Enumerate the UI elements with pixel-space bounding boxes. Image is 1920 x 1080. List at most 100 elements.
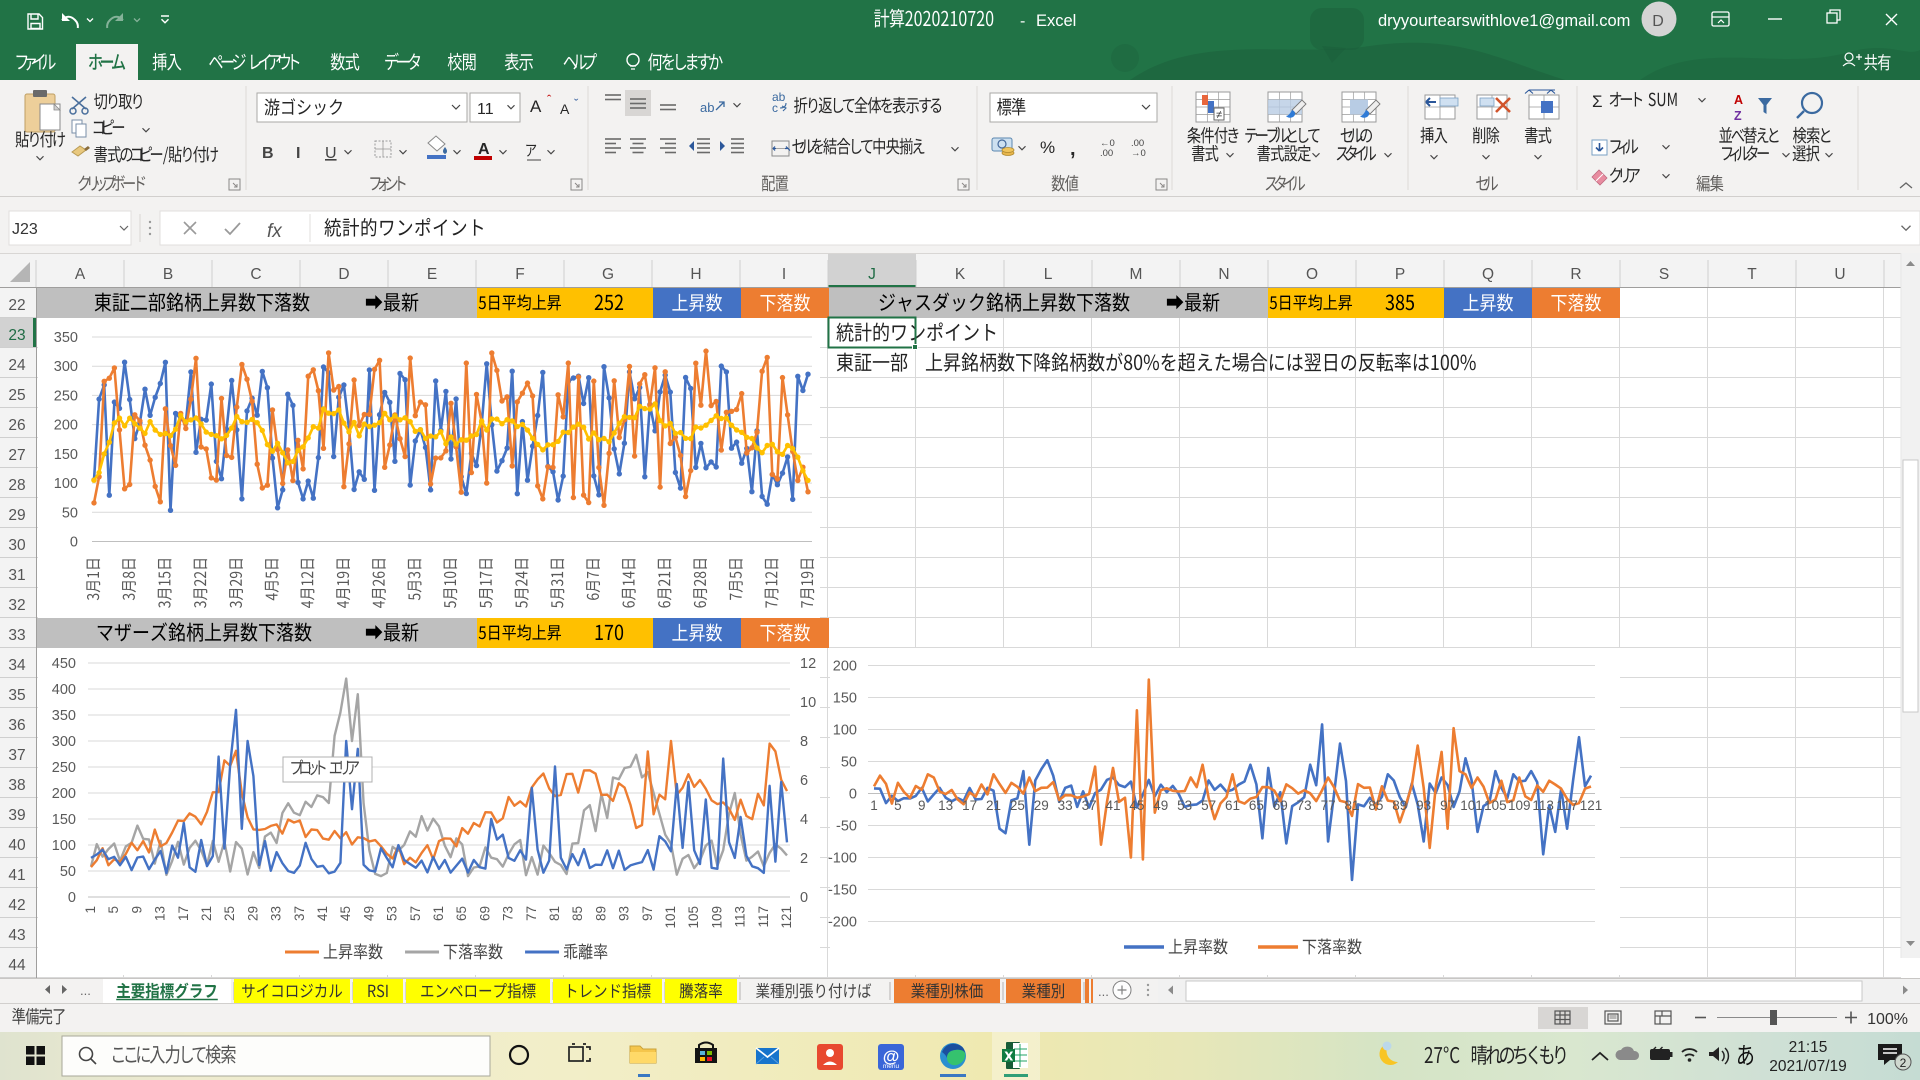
svg-text:34: 34	[8, 657, 26, 674]
svg-text:81: 81	[547, 906, 562, 921]
svg-text:H: H	[690, 266, 701, 283]
svg-text:33: 33	[1058, 798, 1073, 813]
svg-text:A: A	[1734, 93, 1743, 107]
svg-text:F: F	[515, 266, 524, 283]
svg-text:121: 121	[1580, 798, 1603, 813]
svg-text:D: D	[338, 266, 349, 283]
svg-text:1: 1	[870, 798, 878, 813]
svg-text:30: 30	[8, 537, 26, 554]
svg-text:300: 300	[52, 734, 76, 750]
svg-text:%: %	[1040, 138, 1055, 157]
svg-text:25: 25	[8, 387, 25, 404]
svg-text:I: I	[296, 145, 300, 162]
svg-text:53: 53	[1177, 798, 1192, 813]
svg-text:101: 101	[1460, 798, 1483, 813]
svg-text:53: 53	[385, 906, 400, 921]
svg-text:ˆ: ˆ	[547, 92, 552, 107]
svg-text:Z: Z	[1734, 109, 1742, 123]
svg-text:41: 41	[8, 867, 25, 884]
svg-text:200: 200	[833, 659, 857, 675]
svg-text:13: 13	[938, 798, 953, 813]
svg-text:300: 300	[54, 359, 78, 375]
svg-text:-150: -150	[828, 883, 857, 899]
svg-text:Σ: Σ	[1592, 92, 1603, 111]
svg-text:150: 150	[54, 447, 78, 463]
svg-text:150: 150	[833, 691, 857, 707]
svg-text:100%: 100%	[1867, 1011, 1908, 1028]
svg-text:G: G	[602, 266, 614, 283]
svg-text:81: 81	[1344, 798, 1359, 813]
svg-text:45: 45	[1129, 798, 1144, 813]
svg-text:85: 85	[570, 906, 585, 921]
svg-text:12: 12	[800, 656, 816, 672]
svg-text:93: 93	[617, 906, 632, 921]
svg-text:28: 28	[8, 477, 25, 494]
svg-text:menu: menu	[883, 1063, 900, 1070]
svg-text:17: 17	[176, 906, 191, 921]
svg-text:69: 69	[1273, 798, 1288, 813]
svg-text:38: 38	[8, 777, 25, 794]
svg-text:49: 49	[361, 906, 376, 921]
svg-text:O: O	[1306, 266, 1318, 283]
svg-text:93: 93	[1416, 798, 1431, 813]
svg-text:0: 0	[68, 890, 76, 906]
svg-text:97: 97	[1440, 798, 1455, 813]
svg-text:121: 121	[779, 906, 794, 929]
svg-text:50: 50	[62, 505, 78, 521]
svg-text:29: 29	[8, 507, 25, 524]
svg-text:0: 0	[800, 890, 808, 906]
svg-text:32: 32	[8, 597, 25, 614]
svg-text:R: R	[1570, 266, 1581, 283]
svg-text:77: 77	[1321, 798, 1336, 813]
svg-text:S: S	[1659, 266, 1669, 283]
svg-text:0: 0	[70, 535, 78, 551]
svg-text:109: 109	[1508, 798, 1531, 813]
svg-text:33: 33	[269, 906, 284, 921]
svg-text:E: E	[427, 266, 437, 283]
svg-text:...: ...	[1098, 984, 1109, 999]
svg-text:B: B	[262, 145, 274, 162]
svg-text:44: 44	[8, 957, 26, 974]
svg-text:37: 37	[292, 906, 307, 921]
svg-text:Q: Q	[1482, 266, 1494, 283]
svg-text:45: 45	[338, 906, 353, 921]
svg-text:31: 31	[8, 567, 25, 584]
svg-text:400: 400	[52, 682, 76, 698]
svg-text:37: 37	[1082, 798, 1097, 813]
svg-text:1: 1	[83, 906, 98, 914]
svg-text:150: 150	[52, 812, 76, 828]
svg-text:41: 41	[1105, 798, 1120, 813]
svg-text:B: B	[163, 266, 173, 283]
svg-text:dryyourtearswithlove1@gmail.co: dryyourtearswithlove1@gmail.com	[1378, 12, 1630, 30]
svg-text:29: 29	[1034, 798, 1049, 813]
svg-text:61: 61	[1225, 798, 1240, 813]
svg-text:...: ...	[80, 983, 91, 998]
svg-text:73: 73	[1297, 798, 1312, 813]
svg-text:21: 21	[986, 798, 1001, 813]
svg-text:U: U	[1834, 266, 1845, 283]
svg-text:c: c	[772, 101, 778, 115]
svg-text:39: 39	[8, 807, 25, 824]
svg-text:0: 0	[849, 787, 857, 803]
svg-text:49: 49	[1153, 798, 1168, 813]
svg-text:113: 113	[1532, 798, 1554, 813]
svg-text:26: 26	[8, 417, 25, 434]
svg-text:4: 4	[800, 812, 808, 828]
svg-text:100: 100	[54, 476, 78, 492]
svg-text:65: 65	[1249, 798, 1264, 813]
svg-text:-50: -50	[836, 819, 857, 835]
svg-text:K: K	[955, 266, 966, 283]
svg-text:100: 100	[52, 838, 76, 854]
svg-text:13: 13	[153, 906, 168, 921]
svg-text:65: 65	[454, 906, 469, 921]
svg-text:10: 10	[800, 695, 816, 711]
svg-text:85: 85	[1368, 798, 1383, 813]
svg-text:17: 17	[962, 798, 977, 813]
svg-text:-200: -200	[828, 915, 857, 931]
svg-text:Excel: Excel	[1036, 12, 1076, 30]
svg-text:T: T	[1747, 266, 1757, 283]
svg-text:117: 117	[756, 906, 771, 928]
svg-text:2: 2	[1900, 1056, 1907, 1070]
svg-text:21: 21	[199, 906, 214, 921]
svg-text:105: 105	[686, 906, 701, 929]
